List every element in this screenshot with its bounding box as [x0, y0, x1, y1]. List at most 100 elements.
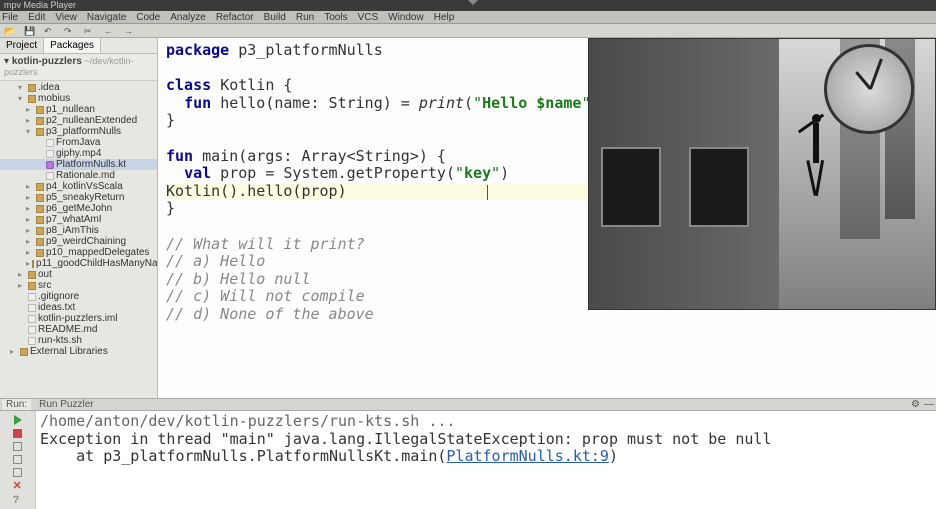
menu-file[interactable]: File — [2, 12, 18, 23]
chevron-right-icon: ▸ — [26, 214, 34, 225]
chevron-right-icon: ▸ — [10, 346, 18, 357]
tree-item-p6-getmejohn[interactable]: ▸p6_getMeJohn — [0, 203, 157, 214]
save-icon[interactable]: 💾 — [24, 26, 34, 36]
tree-item-label: p9_weirdChaining — [46, 236, 126, 247]
menu-help[interactable]: Help — [434, 12, 455, 23]
cut-icon[interactable]: ✂ — [84, 26, 94, 36]
tree-list: ▾.idea▾mobius▸p1_nullean▸p2_nulleanExten… — [0, 81, 157, 357]
tree-item-rationale-md[interactable]: Rationale.md — [0, 170, 157, 181]
stacktrace-link[interactable]: PlatformNulls.kt:9 — [446, 447, 609, 465]
folder-icon — [28, 282, 36, 290]
console-output[interactable]: /home/anton/dev/kotlin-puzzlers/run-kts.… — [36, 411, 936, 509]
back-icon[interactable]: ← — [104, 26, 114, 36]
menu-edit[interactable]: Edit — [28, 12, 45, 23]
tree-item-label: p11_goodChildHasManyNames — [36, 258, 158, 269]
tree-item-p1-nullean[interactable]: ▸p1_nullean — [0, 104, 157, 115]
tree-item-label: PlatformNulls.kt — [56, 159, 126, 170]
paren: ( — [464, 94, 473, 112]
tree-item-fromjava[interactable]: FromJava — [0, 137, 157, 148]
minimize-icon[interactable]: — — [924, 399, 934, 410]
tab-run-puzzler[interactable]: Run Puzzler — [35, 399, 97, 410]
redo-icon[interactable]: ↷ — [64, 26, 74, 36]
tree-item-p9-weirdchaining[interactable]: ▸p9_weirdChaining — [0, 236, 157, 247]
menu-refactor[interactable]: Refactor — [216, 12, 254, 23]
menu-analyze[interactable]: Analyze — [170, 12, 206, 23]
help-icon[interactable]: ? — [13, 495, 23, 505]
menu-navigate[interactable]: Navigate — [87, 12, 126, 23]
tree-item-giphy-mp4[interactable]: giphy.mp4 — [0, 148, 157, 159]
tree-item-out[interactable]: ▸out — [0, 269, 157, 280]
tree-item-label: p1_nullean — [46, 104, 95, 115]
chevron-right-icon: ▸ — [18, 280, 26, 291]
menu-vcs[interactable]: VCS — [358, 12, 379, 23]
tree-item-label: Rationale.md — [56, 170, 115, 181]
clear-icon[interactable]: ✕ — [13, 481, 23, 491]
rerun-icon[interactable] — [14, 415, 22, 425]
tree-item-platformnulls-kt[interactable]: PlatformNulls.kt — [0, 159, 157, 170]
chevron-down-icon: ▾ — [4, 56, 9, 67]
tree-item-label: giphy.mp4 — [56, 148, 101, 159]
package-folder-icon — [32, 260, 34, 268]
code-editor[interactable]: package p3_platformNulls class Kotlin { … — [158, 38, 936, 398]
project-root-name: kotlin-puzzlers — [12, 56, 82, 67]
menu-tools[interactable]: Tools — [324, 12, 347, 23]
output-toggle-icon[interactable] — [13, 455, 22, 464]
tree-item--idea[interactable]: ▾.idea — [0, 82, 157, 93]
tree-item-label: p6_getMeJohn — [46, 203, 112, 214]
menu-code[interactable]: Code — [136, 12, 160, 23]
tree-item-p11-goodchildhasmanynames[interactable]: ▸p11_goodChildHasManyNames — [0, 258, 157, 269]
tree-item-external-libraries[interactable]: ▸External Libraries — [0, 346, 157, 357]
library-icon — [20, 348, 28, 356]
menu-view[interactable]: View — [55, 12, 77, 23]
chevron-right-icon: ▸ — [26, 192, 34, 203]
tree-tab-packages[interactable]: Packages — [44, 38, 101, 53]
tree-item-run-kts-sh[interactable]: run-kts.sh — [0, 335, 157, 346]
chevron-right-icon: ▸ — [26, 225, 34, 236]
tree-item-p2-nulleanextended[interactable]: ▸p2_nulleanExtended — [0, 115, 157, 126]
fun-hello-sig: hello(name: String) = — [220, 94, 419, 112]
menu-build[interactable]: Build — [264, 12, 286, 23]
menu-run[interactable]: Run — [296, 12, 314, 23]
paren: ) — [500, 164, 509, 182]
tree-item-p8-iamthis[interactable]: ▸p8_iAmThis — [0, 225, 157, 236]
tree-tab-project[interactable]: Project — [0, 38, 44, 53]
package-folder-icon — [36, 227, 44, 235]
call-hello: Kotlin().hello(prop) — [166, 182, 347, 200]
tree-item-readme-md[interactable]: README.md — [0, 324, 157, 335]
tree-root[interactable]: ▾ kotlin-puzzlers ~/dev/kotlin-puzzlers — [0, 54, 157, 81]
stop-icon[interactable] — [13, 429, 22, 438]
package-folder-icon — [36, 249, 44, 257]
tree-item-p10-mappeddelegates[interactable]: ▸p10_mappedDelegates — [0, 247, 157, 258]
tree-item-p3-platformnulls[interactable]: ▾p3_platformNulls — [0, 126, 157, 137]
tab-run[interactable]: Run: — [2, 399, 31, 410]
tree-tabs: Project Packages — [0, 38, 157, 54]
hanging-man-figure — [804, 114, 828, 199]
tree-item-label: p2_nulleanExtended — [46, 115, 137, 126]
str-hello: Hello — [482, 94, 536, 112]
tree-item-p5-sneakyreturn[interactable]: ▸p5_sneakyReturn — [0, 192, 157, 203]
title-bar: mpv Media Player — [0, 0, 936, 11]
layout-icon[interactable] — [13, 442, 22, 451]
tree-item-mobius[interactable]: ▾mobius — [0, 93, 157, 104]
undo-icon[interactable]: ↶ — [44, 26, 54, 36]
tree-item-label: p10_mappedDelegates — [46, 247, 149, 258]
forward-icon[interactable]: → — [124, 26, 134, 36]
tree-item--gitignore[interactable]: .gitignore — [0, 291, 157, 302]
tree-item-label: run-kts.sh — [38, 335, 82, 346]
open-icon[interactable]: 📂 — [4, 26, 14, 36]
tree-item-kotlin-puzzlers-iml[interactable]: kotlin-puzzlers.iml — [0, 313, 157, 324]
tree-item-p7-whatami[interactable]: ▸p7_whatAmI — [0, 214, 157, 225]
package-folder-icon — [36, 216, 44, 224]
tree-item-p4-kotlinvsscala[interactable]: ▸p4_kotlinVsScala — [0, 181, 157, 192]
menu-window[interactable]: Window — [388, 12, 424, 23]
tree-item-label: p4_kotlinVsScala — [46, 181, 123, 192]
tree-item-ideas-txt[interactable]: ideas.txt — [0, 302, 157, 313]
toolbar: 📂 💾 ↶ ↷ ✂ ← → — [0, 24, 936, 38]
package-folder-icon — [36, 194, 44, 202]
fun-main-sig: main(args: Array<String>) { — [202, 147, 446, 165]
kw-fun: fun — [166, 147, 193, 165]
scroll-icon[interactable] — [13, 468, 22, 477]
settings-icon[interactable]: ⚙ — [911, 399, 920, 410]
tree-item-src[interactable]: ▸src — [0, 280, 157, 291]
kw-class: class — [166, 76, 211, 94]
